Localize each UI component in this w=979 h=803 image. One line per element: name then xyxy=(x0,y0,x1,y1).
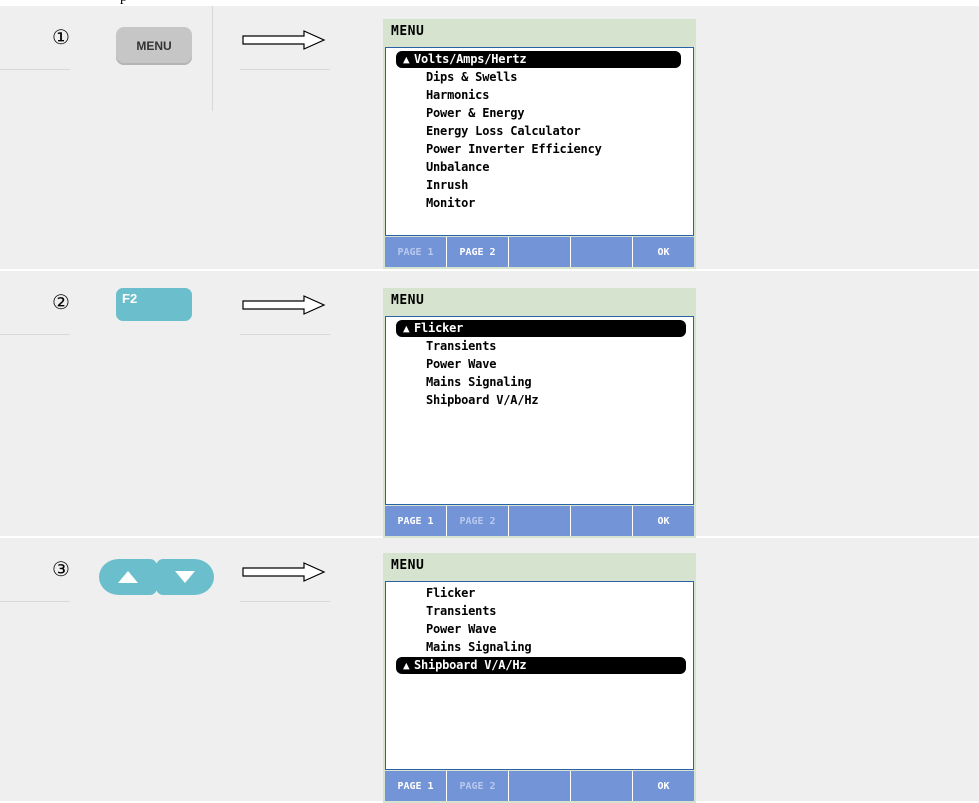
up-arrow-button[interactable] xyxy=(99,559,157,595)
softkey-empty[interactable] xyxy=(509,506,571,536)
step-row-1: ① MENU MENU ▲︎ Volts/Amps/Hertz Dips & S… xyxy=(0,6,979,269)
down-arrow-button[interactable] xyxy=(156,559,214,595)
menu-list: ▲︎ Flicker Transients Power Wave Mains S… xyxy=(385,316,694,505)
menu-item-label: Harmonics xyxy=(426,88,490,102)
menu-item-power-wave[interactable]: Power Wave xyxy=(400,356,496,373)
down-triangle-icon xyxy=(175,571,195,583)
divider xyxy=(212,6,213,111)
menu-item-label: Power Wave xyxy=(426,357,497,371)
menu-item-energy-loss-calculator[interactable]: Energy Loss Calculator xyxy=(400,123,581,140)
menu-item-transients[interactable]: Transients xyxy=(400,338,496,355)
device-screen: MENU Flicker Transients Power Wave Mains… xyxy=(383,553,696,803)
menu-item-flicker[interactable]: Flicker xyxy=(400,585,475,602)
up-down-selector-icon: ▲︎ xyxy=(403,322,410,335)
right-arrow-icon xyxy=(242,295,326,315)
softkey-page-2[interactable]: PAGE 2 xyxy=(447,771,509,801)
menu-item-shipboard[interactable]: Shipboard V/A/Hz xyxy=(400,392,539,409)
softkey-empty[interactable] xyxy=(509,771,571,801)
menu-item-label: Power Inverter Efficiency xyxy=(426,142,602,156)
divider xyxy=(0,334,70,335)
screen-title: MENU xyxy=(391,293,425,308)
up-triangle-icon xyxy=(118,571,138,583)
divider xyxy=(0,601,70,602)
divider xyxy=(240,334,330,335)
softkey-bar: PAGE 1 PAGE 2 OK xyxy=(385,771,694,801)
menu-item-power-wave[interactable]: Power Wave xyxy=(400,621,496,638)
menu-item-mains-signaling[interactable]: Mains Signaling xyxy=(400,374,532,391)
menu-item-label: Power Wave xyxy=(426,622,497,636)
menu-item-power-energy[interactable]: Power & Energy xyxy=(400,105,525,122)
step-number: ② xyxy=(52,290,70,314)
menu-item-label: Mains Signaling xyxy=(426,640,532,654)
screen-title: MENU xyxy=(391,558,425,573)
menu-item-label: Mains Signaling xyxy=(426,375,532,389)
menu-item-label: Inrush xyxy=(426,178,469,192)
header-text: p xyxy=(120,0,127,5)
menu-item-flicker[interactable]: ▲︎ Flicker xyxy=(396,320,686,337)
softkey-empty[interactable] xyxy=(509,237,571,267)
softkey-empty[interactable] xyxy=(571,771,633,801)
softkey-page-1[interactable]: PAGE 1 xyxy=(385,771,447,801)
device-screen: MENU ▲︎ Volts/Amps/Hertz Dips & Swells H… xyxy=(383,19,696,269)
device-screen: MENU ▲︎ Flicker Transients Power Wave Ma… xyxy=(383,288,696,538)
menu-item-label: Shipboard V/A/Hz xyxy=(426,393,539,407)
menu-item-label: Flicker xyxy=(426,586,476,600)
divider xyxy=(0,69,70,70)
menu-item-volts-amps-hertz[interactable]: ▲︎ Volts/Amps/Hertz xyxy=(396,51,681,68)
step-row-2: ② F2 MENU ▲︎ Flicker Transients Power Wa… xyxy=(0,271,979,538)
menu-item-label: Transients xyxy=(426,339,497,353)
up-down-selector-icon: ▲︎ xyxy=(403,659,410,672)
menu-item-power-inverter-efficiency[interactable]: Power Inverter Efficiency xyxy=(400,141,602,158)
menu-item-shipboard[interactable]: ▲︎ Shipboard V/A/Hz xyxy=(396,657,686,674)
menu-list: ▲︎ Volts/Amps/Hertz Dips & Swells Harmon… xyxy=(385,47,694,236)
softkey-ok[interactable]: OK xyxy=(633,506,694,536)
menu-item-label: Energy Loss Calculator xyxy=(426,124,581,138)
menu-item-label: Dips & Swells xyxy=(426,70,518,84)
menu-item-dips-swells[interactable]: Dips & Swells xyxy=(400,69,518,86)
menu-item-label: Unbalance xyxy=(426,160,490,174)
softkey-page-2[interactable]: PAGE 2 xyxy=(447,237,509,267)
softkey-empty[interactable] xyxy=(571,237,633,267)
right-arrow-icon xyxy=(242,30,326,50)
menu-item-unbalance[interactable]: Unbalance xyxy=(400,159,489,176)
softkey-page-1[interactable]: PAGE 1 xyxy=(385,506,447,536)
menu-item-label: Volts/Amps/Hertz xyxy=(414,52,527,66)
softkey-page-2[interactable]: PAGE 2 xyxy=(447,506,509,536)
right-arrow-icon xyxy=(242,562,326,582)
menu-item-label: Monitor xyxy=(426,196,476,210)
menu-item-mains-signaling[interactable]: Mains Signaling xyxy=(400,639,532,656)
step-number: ③ xyxy=(52,557,70,581)
softkey-bar: PAGE 1 PAGE 2 OK xyxy=(385,237,694,267)
menu-item-label: Transients xyxy=(426,604,497,618)
softkey-page-1[interactable]: PAGE 1 xyxy=(385,237,447,267)
menu-list: Flicker Transients Power Wave Mains Sign… xyxy=(385,581,694,770)
softkey-bar: PAGE 1 PAGE 2 OK xyxy=(385,506,694,536)
screen-title: MENU xyxy=(391,24,425,39)
softkey-ok[interactable]: OK xyxy=(633,237,694,267)
divider xyxy=(240,601,330,602)
menu-button[interactable]: MENU xyxy=(116,27,192,65)
menu-item-label: Shipboard V/A/Hz xyxy=(414,658,527,672)
menu-item-inrush[interactable]: Inrush xyxy=(400,177,468,194)
menu-item-monitor[interactable]: Monitor xyxy=(400,195,475,212)
menu-item-harmonics[interactable]: Harmonics xyxy=(400,87,489,104)
menu-item-label: Power & Energy xyxy=(426,106,525,120)
f2-button[interactable]: F2 xyxy=(116,288,192,321)
step-number: ① xyxy=(52,25,70,49)
menu-item-transients[interactable]: Transients xyxy=(400,603,496,620)
up-down-selector-icon: ▲︎ xyxy=(403,53,410,66)
divider xyxy=(240,69,330,70)
step-row-3: ③ MENU Flicker Transients Power Wave Mai… xyxy=(0,538,979,803)
softkey-ok[interactable]: OK xyxy=(633,771,694,801)
softkey-empty[interactable] xyxy=(571,506,633,536)
